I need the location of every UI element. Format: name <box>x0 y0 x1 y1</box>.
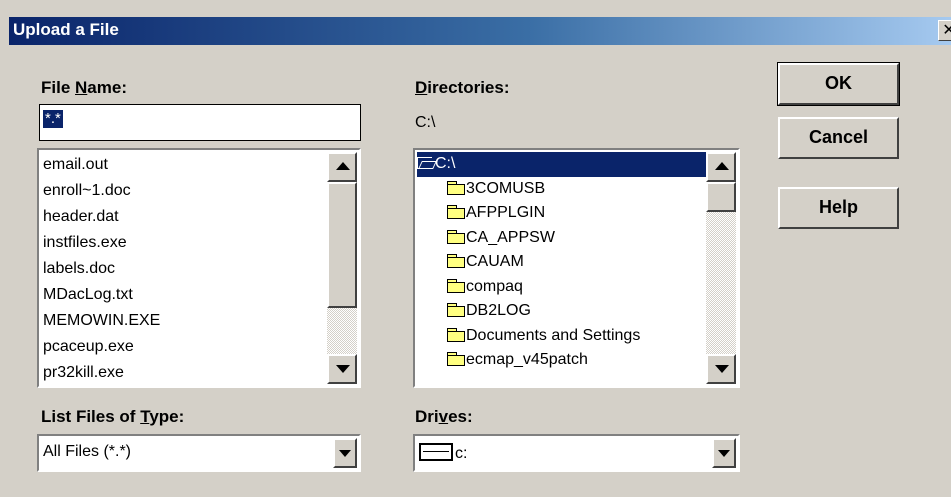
directory-item-label: CAUAM <box>466 253 524 270</box>
arrow-down-icon <box>336 365 350 373</box>
folder-icon <box>447 229 465 244</box>
directory-item-label: DB2LOG <box>466 302 531 319</box>
file-name-input[interactable]: *.* <box>39 104 361 141</box>
directory-item[interactable]: ecmap_v45patch <box>417 348 707 373</box>
directory-item[interactable]: AFPPLGIN <box>417 201 707 226</box>
file-list-item[interactable]: MDacLog.txt <box>43 282 323 308</box>
directory-list-scrollbar[interactable] <box>706 152 736 384</box>
current-path: C:\ <box>415 114 436 131</box>
directory-item[interactable]: DB2LOG <box>417 299 707 324</box>
directory-list[interactable]: C:\ 3COMUSB AFPPLGIN CA_APPSW CAUAM compaq DB… <box>413 148 740 388</box>
directory-item-label: Documents and Settings <box>466 326 641 344</box>
scroll-thumb[interactable] <box>327 182 357 308</box>
upload-dialog: Upload a File ✕ File Name: *.* email.out… <box>0 0 951 497</box>
directory-item[interactable]: 3COMUSB <box>417 177 707 202</box>
directory-item[interactable]: CA_APPSW <box>417 226 707 251</box>
arrow-down-icon <box>715 365 729 373</box>
directory-item[interactable]: compaq <box>417 275 707 300</box>
file-list-scrollbar[interactable] <box>327 152 357 384</box>
file-list-item[interactable]: header.dat <box>43 204 323 230</box>
directory-list-items: C:\ 3COMUSB AFPPLGIN CA_APPSW CAUAM compaq DB… <box>417 152 709 373</box>
folder-icon <box>447 352 465 366</box>
open-folder-icon <box>417 156 435 169</box>
file-type-dropdown-button[interactable] <box>333 438 357 468</box>
arrow-up-icon <box>336 162 350 170</box>
scroll-thumb[interactable] <box>706 182 736 212</box>
directory-item[interactable]: CAUAM <box>417 250 707 275</box>
help-button[interactable]: Help <box>778 187 899 229</box>
directory-item-label: ecmap_v45patch <box>466 351 588 368</box>
scroll-down-button[interactable] <box>327 354 357 384</box>
arrow-up-icon <box>715 162 729 170</box>
file-list-item[interactable]: pcaceup.exe <box>43 334 323 360</box>
drives-label: Drives: <box>415 407 473 426</box>
ok-button[interactable]: OK <box>777 62 900 106</box>
directory-item-label: compaq <box>466 277 523 295</box>
folder-icon <box>447 327 465 342</box>
file-list-item[interactable]: MEMOWIN.EXE <box>43 308 323 334</box>
directory-item-label: AFPPLGIN <box>466 204 546 221</box>
file-list-item[interactable]: instfiles.exe <box>43 230 323 256</box>
folder-icon <box>447 254 465 268</box>
scroll-up-button[interactable] <box>327 152 357 182</box>
file-name-label: File Name: <box>41 78 127 97</box>
file-list-item[interactable]: email.out <box>43 152 323 178</box>
directories-label: Directories: <box>415 78 510 97</box>
drives-dropdown-button[interactable] <box>712 438 736 468</box>
title-bar: Upload a File ✕ <box>9 17 951 45</box>
drives-value: c: <box>419 443 467 463</box>
folder-icon <box>447 303 465 317</box>
cancel-button[interactable]: Cancel <box>778 117 899 159</box>
drive-icon <box>419 443 453 461</box>
directory-item-label: CA_APPSW <box>466 228 555 246</box>
close-button[interactable]: ✕ <box>938 20 951 41</box>
chevron-down-icon <box>339 450 351 457</box>
drives-select[interactable]: c: <box>413 434 740 472</box>
file-type-value: All Files (*.*) <box>43 443 132 460</box>
file-name-selection: *.* <box>43 110 63 128</box>
file-type-select[interactable]: All Files (*.*) <box>37 434 361 472</box>
file-list-item[interactable]: pr32kill.exe <box>43 360 323 386</box>
folder-icon <box>447 278 465 293</box>
scroll-up-button[interactable] <box>706 152 736 182</box>
window-title: Upload a File <box>13 20 119 39</box>
directory-item-label: 3COMUSB <box>466 179 546 197</box>
file-list-item[interactable]: labels.doc <box>43 256 323 282</box>
chevron-down-icon <box>718 450 730 457</box>
scroll-down-button[interactable] <box>706 354 736 384</box>
file-type-label: List Files of Type: <box>41 407 185 426</box>
file-list[interactable]: email.out enroll~1.doc header.dat instfiles… <box>37 148 361 388</box>
folder-icon <box>447 180 465 195</box>
file-list-item[interactable]: enroll~1.doc <box>43 178 323 204</box>
directory-item-root[interactable]: C:\ <box>417 152 709 177</box>
directory-item[interactable]: Documents and Settings <box>417 324 707 349</box>
file-list-items: email.out enroll~1.doc header.dat instfiles… <box>43 152 323 386</box>
folder-icon <box>447 205 465 219</box>
